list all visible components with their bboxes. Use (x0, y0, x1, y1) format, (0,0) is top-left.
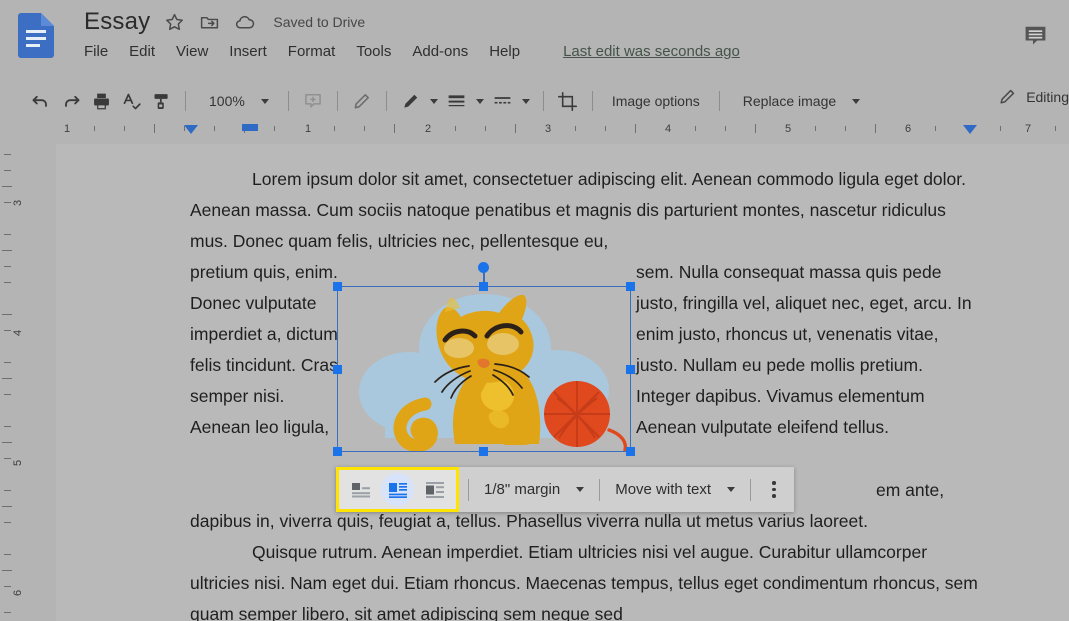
google-docs-window: Essay Saved to Drive File Edit View Inse… (0, 0, 1069, 621)
border-dash-icon[interactable] (488, 86, 518, 116)
horizontal-ruler[interactable]: 1 1 2 3 4 5 6 7 (0, 120, 1069, 144)
wrap-option-break-text[interactable] (418, 473, 451, 506)
menu-item-addons[interactable]: Add-ons (412, 43, 468, 60)
crop-icon[interactable] (553, 86, 583, 116)
app-header: Essay Saved to Drive File Edit View Inse… (0, 0, 1069, 82)
image-margin-label: 1/8" margin (484, 481, 561, 498)
toolbar-divider (542, 91, 544, 111)
title-row: Essay Saved to Drive (84, 8, 365, 36)
redo-icon[interactable] (56, 86, 86, 116)
menu-item-file[interactable]: File (84, 43, 108, 60)
page-title[interactable]: Essay (84, 8, 150, 36)
save-status: Saved to Drive (273, 14, 366, 30)
resize-handle-bottom-left[interactable] (333, 447, 342, 456)
popup-divider (468, 478, 469, 501)
ruler-number: 5 (785, 123, 792, 135)
ruler-number: 5 (12, 459, 24, 466)
resize-handle-bottom-right[interactable] (626, 447, 635, 456)
menu-item-edit[interactable]: Edit (129, 43, 155, 60)
ruler-number: 6 (12, 589, 24, 596)
print-icon[interactable] (86, 86, 116, 116)
ruler-number: 4 (12, 329, 24, 336)
resize-handle-top-left[interactable] (333, 282, 342, 291)
ruler-number: 1 (305, 123, 312, 135)
popup-divider (599, 478, 601, 501)
ruler-number: 1 (64, 123, 71, 135)
resize-handle-middle-right[interactable] (626, 365, 635, 374)
last-edit-link[interactable]: Last edit was seconds ago (563, 43, 740, 60)
document-text-left-column[interactable]: pretium quis, enim. Donec vulputate impe… (190, 257, 338, 443)
chevron-down-icon[interactable] (426, 86, 442, 116)
toolbar-divider (385, 91, 387, 111)
menu-item-insert[interactable]: Insert (229, 43, 267, 60)
main-toolbar: 100% Image options Replace image Editing (0, 82, 1069, 120)
document-paragraph-top[interactable]: Lorem ipsum dolor sit amet, consectetuer… (190, 164, 980, 257)
rotate-handle[interactable] (478, 262, 489, 273)
toolbar-divider (185, 91, 186, 111)
replace-image-dropdown[interactable]: Replace image (729, 93, 870, 109)
menu-item-help[interactable]: Help (489, 43, 520, 60)
document-paragraph-bottom-2[interactable]: Quisque rutrum. Aenean imperdiet. Etiam … (190, 537, 980, 621)
vertical-ruler[interactable]: 3 4 5 6 (0, 144, 24, 621)
toolbar-divider (336, 91, 338, 111)
resize-handle-middle-left[interactable] (333, 365, 342, 374)
paint-format-icon[interactable] (146, 86, 176, 116)
wrap-option-wrap-text[interactable] (381, 473, 414, 506)
border-weight-icon[interactable] (442, 86, 472, 116)
toolbar-divider (287, 91, 289, 111)
document-text-after-image[interactable]: em ante, (876, 475, 986, 506)
comment-icon[interactable] (1011, 14, 1059, 56)
zoom-level-value: 100% (209, 93, 245, 109)
toolbar-divider (591, 91, 593, 111)
resize-handle-top-right[interactable] (626, 282, 635, 291)
menu-item-view[interactable]: View (176, 43, 208, 60)
border-color-pencil-icon[interactable] (396, 86, 426, 116)
image-margin-dropdown[interactable]: 1/8" margin (478, 481, 590, 498)
ruler-number: 3 (545, 123, 552, 135)
image-position-dropdown[interactable]: Move with text (609, 481, 741, 498)
editing-mode-label: Editing (1026, 88, 1069, 105)
chevron-down-icon (576, 487, 585, 492)
move-to-folder-icon[interactable] (199, 12, 220, 33)
document-text-right-column[interactable]: sem. Nulla consequat massa quis pede jus… (636, 257, 981, 443)
ruler-number: 6 (905, 123, 912, 135)
chevron-down-icon (260, 98, 269, 104)
cat-illustration-image[interactable] (337, 286, 631, 453)
spellcheck-icon[interactable] (116, 86, 146, 116)
left-indent-triangle[interactable] (184, 125, 198, 134)
chevron-down-icon (852, 98, 861, 104)
undo-icon[interactable] (26, 86, 56, 116)
editing-mode-button[interactable]: Editing (998, 87, 1069, 106)
menu-item-tools[interactable]: Tools (356, 43, 391, 60)
replace-image-label: Replace image (742, 93, 837, 109)
more-options-icon[interactable] (760, 481, 788, 498)
image-position-label: Move with text (615, 481, 712, 498)
image-options-toolbar: 1/8" margin Move with text (336, 467, 794, 512)
menu-item-format[interactable]: Format (288, 43, 336, 60)
cloud-check-icon (234, 11, 257, 34)
ruler-number: 2 (425, 123, 432, 135)
image-options-button[interactable]: Image options (602, 93, 710, 109)
resize-handle-top-center[interactable] (479, 282, 488, 291)
pencil-icon (1000, 89, 1015, 104)
resize-handle-bottom-center[interactable] (479, 447, 488, 456)
left-margin-bar[interactable] (242, 124, 258, 131)
chevron-down-icon[interactable] (518, 86, 534, 116)
wrap-option-inline-text[interactable] (344, 473, 377, 506)
popup-divider (750, 478, 752, 501)
add-comment-icon[interactable] (298, 86, 328, 116)
text-wrap-options-group (336, 467, 459, 512)
toolbar-divider (718, 91, 720, 111)
ruler-number: 3 (12, 199, 24, 206)
google-docs-icon[interactable] (18, 13, 54, 58)
star-icon[interactable] (164, 12, 185, 33)
pencil-icon[interactable] (347, 86, 377, 116)
chevron-down-icon (727, 487, 736, 492)
zoom-level-dropdown[interactable]: 100% (195, 93, 279, 109)
menu-bar: File Edit View Insert Format Tools Add-o… (84, 43, 740, 60)
chevron-down-icon[interactable] (472, 86, 488, 116)
ruler-number: 4 (665, 123, 672, 135)
right-indent-triangle[interactable] (963, 125, 977, 134)
ruler-number: 7 (1025, 123, 1032, 135)
